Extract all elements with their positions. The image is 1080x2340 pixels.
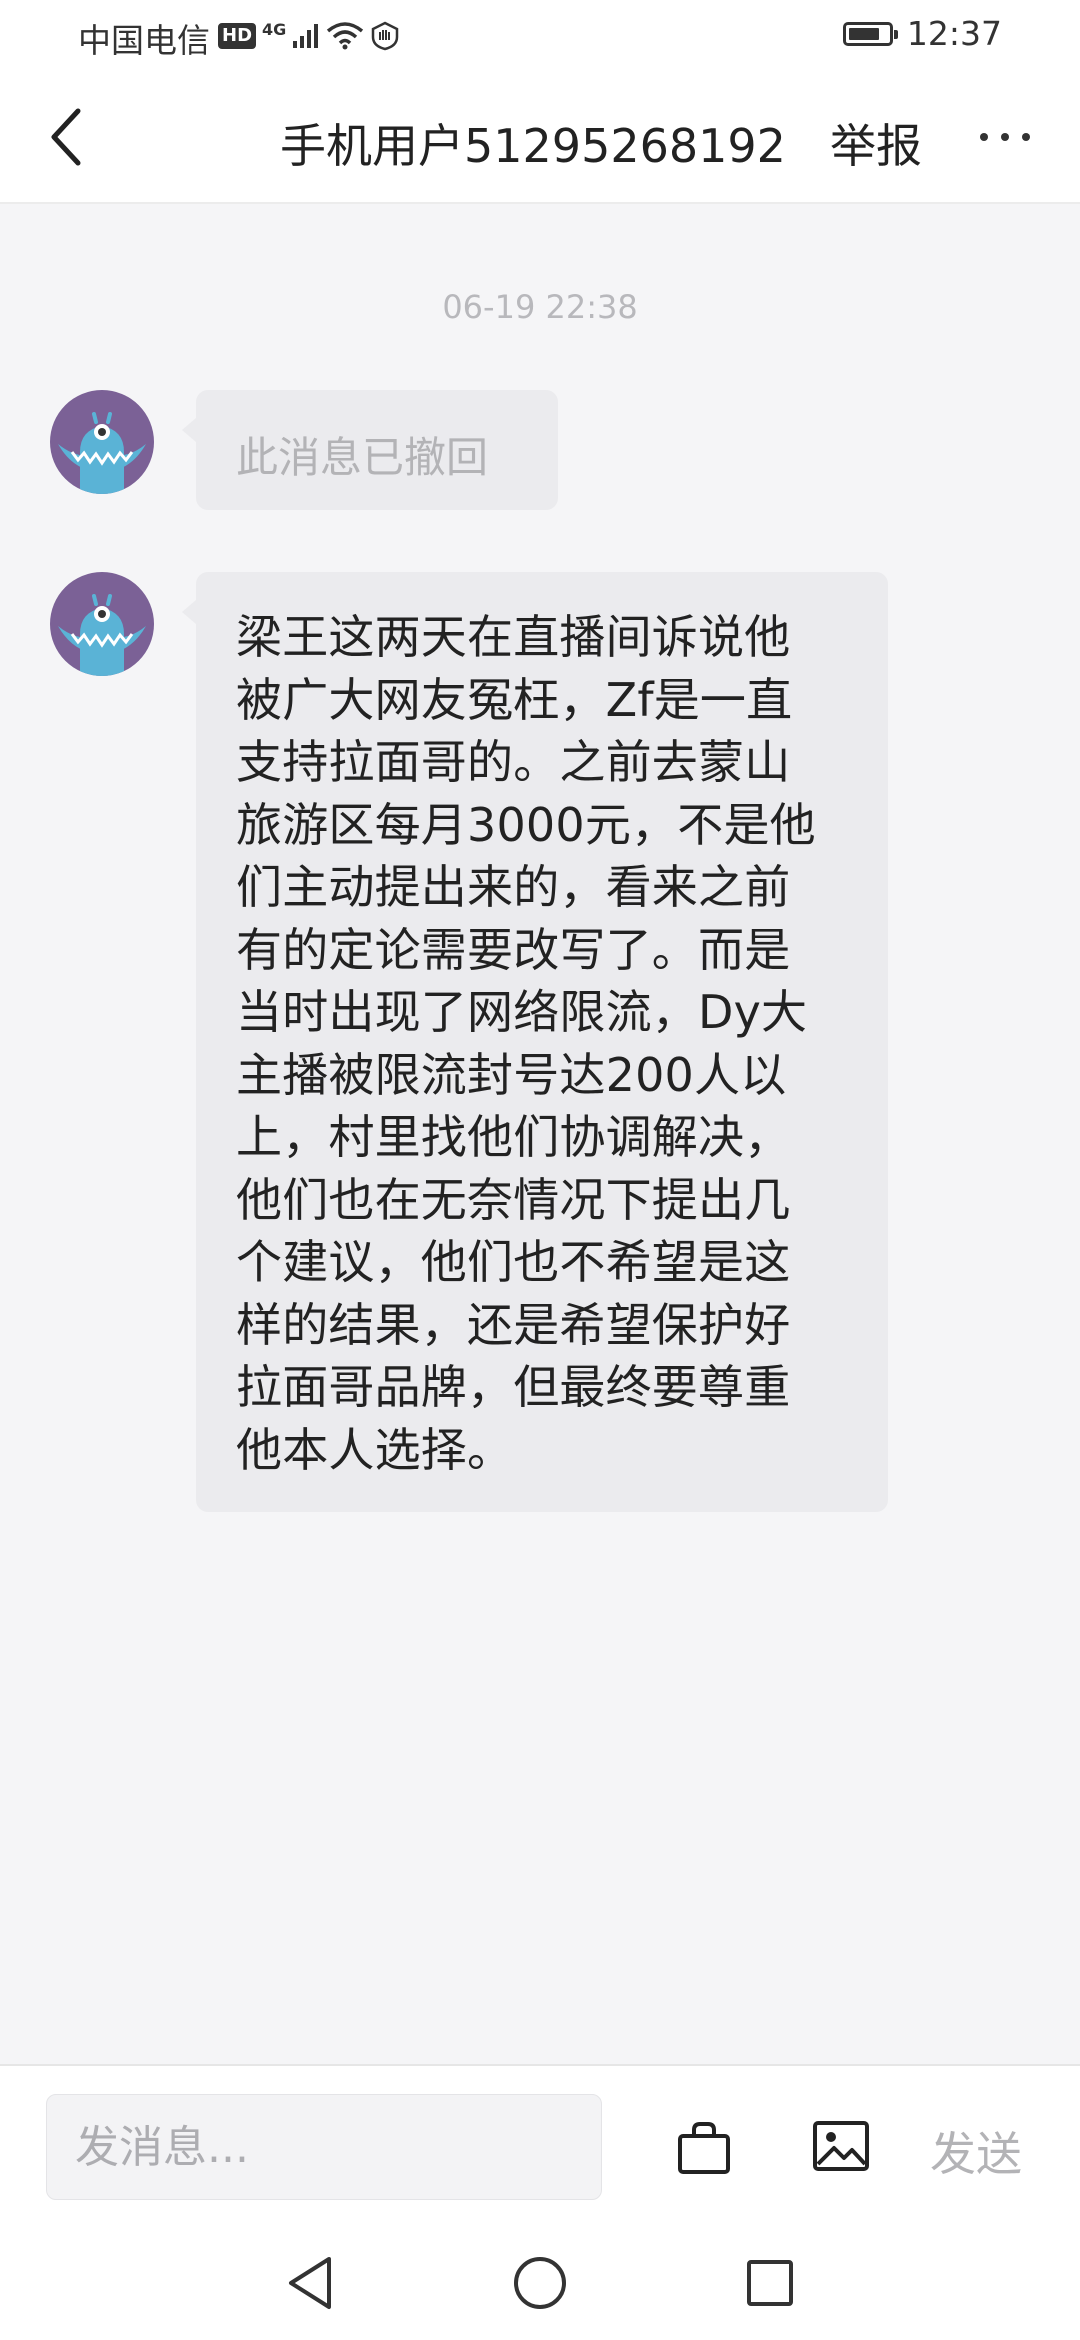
battery-icon [842,21,898,46]
shopping-bag-button[interactable] [670,2114,738,2182]
chat-header: 手机用户51295268192 举报 [0,72,1080,204]
input-bar: 发送 [0,2064,1080,2226]
more-button[interactable] [965,112,1045,162]
carrier-name: 中国电信 [78,21,210,60]
clock: 12:37 [906,14,1002,53]
chat-area[interactable]: 06-19 22:38 此消息已撤回 梁王这两天在直播间诉说他 被广大网友冤枉，… [0,204,1080,2064]
network-type: 4G [262,19,287,39]
avatar[interactable] [50,390,154,494]
hd-badge: HD [218,23,257,49]
nav-home-button[interactable] [505,2248,575,2318]
message-bubble[interactable]: 梁王这两天在直播间诉说他 被广大网友冤枉，Zf是一直 支持拉面哥的。之前去蒙山 … [182,572,888,1512]
hand-shield-icon [372,21,399,51]
status-right: 12:37 [842,14,1002,53]
nav-back-button[interactable] [275,2248,345,2318]
message-timestamp: 06-19 22:38 [442,288,638,326]
shopping-bag-icon [678,2122,730,2174]
send-button[interactable]: 发送 [930,2118,1022,2184]
avatar[interactable] [50,572,154,676]
recalled-message-bubble[interactable]: 此消息已撤回 [182,390,558,510]
more-icon-dot [1022,133,1030,141]
message-input[interactable] [46,2094,602,2200]
status-bar: 中国电信 HD 4G 12:37 [0,0,1080,72]
nav-recents-button[interactable] [735,2248,805,2318]
wifi-icon [327,22,364,50]
image-icon [813,2121,869,2171]
nav-recents-icon [747,2260,793,2306]
more-icon-dot [980,133,988,141]
signal-icon [293,24,319,48]
nav-home-icon [514,2257,566,2309]
back-icon [51,108,81,166]
report-button[interactable]: 举报 [830,110,922,176]
page-title: 手机用户51295268192 [280,119,786,173]
more-icon-dot [1001,133,1009,141]
battery-fill [848,27,879,40]
monster-avatar-icon [58,412,146,494]
image-button[interactable] [806,2112,876,2180]
system-nav-bar [0,2224,1080,2340]
monster-avatar-icon [58,594,146,676]
nav-back-icon [289,2257,331,2309]
status-icons: HD 4G [218,16,400,56]
back-button[interactable] [36,102,96,172]
